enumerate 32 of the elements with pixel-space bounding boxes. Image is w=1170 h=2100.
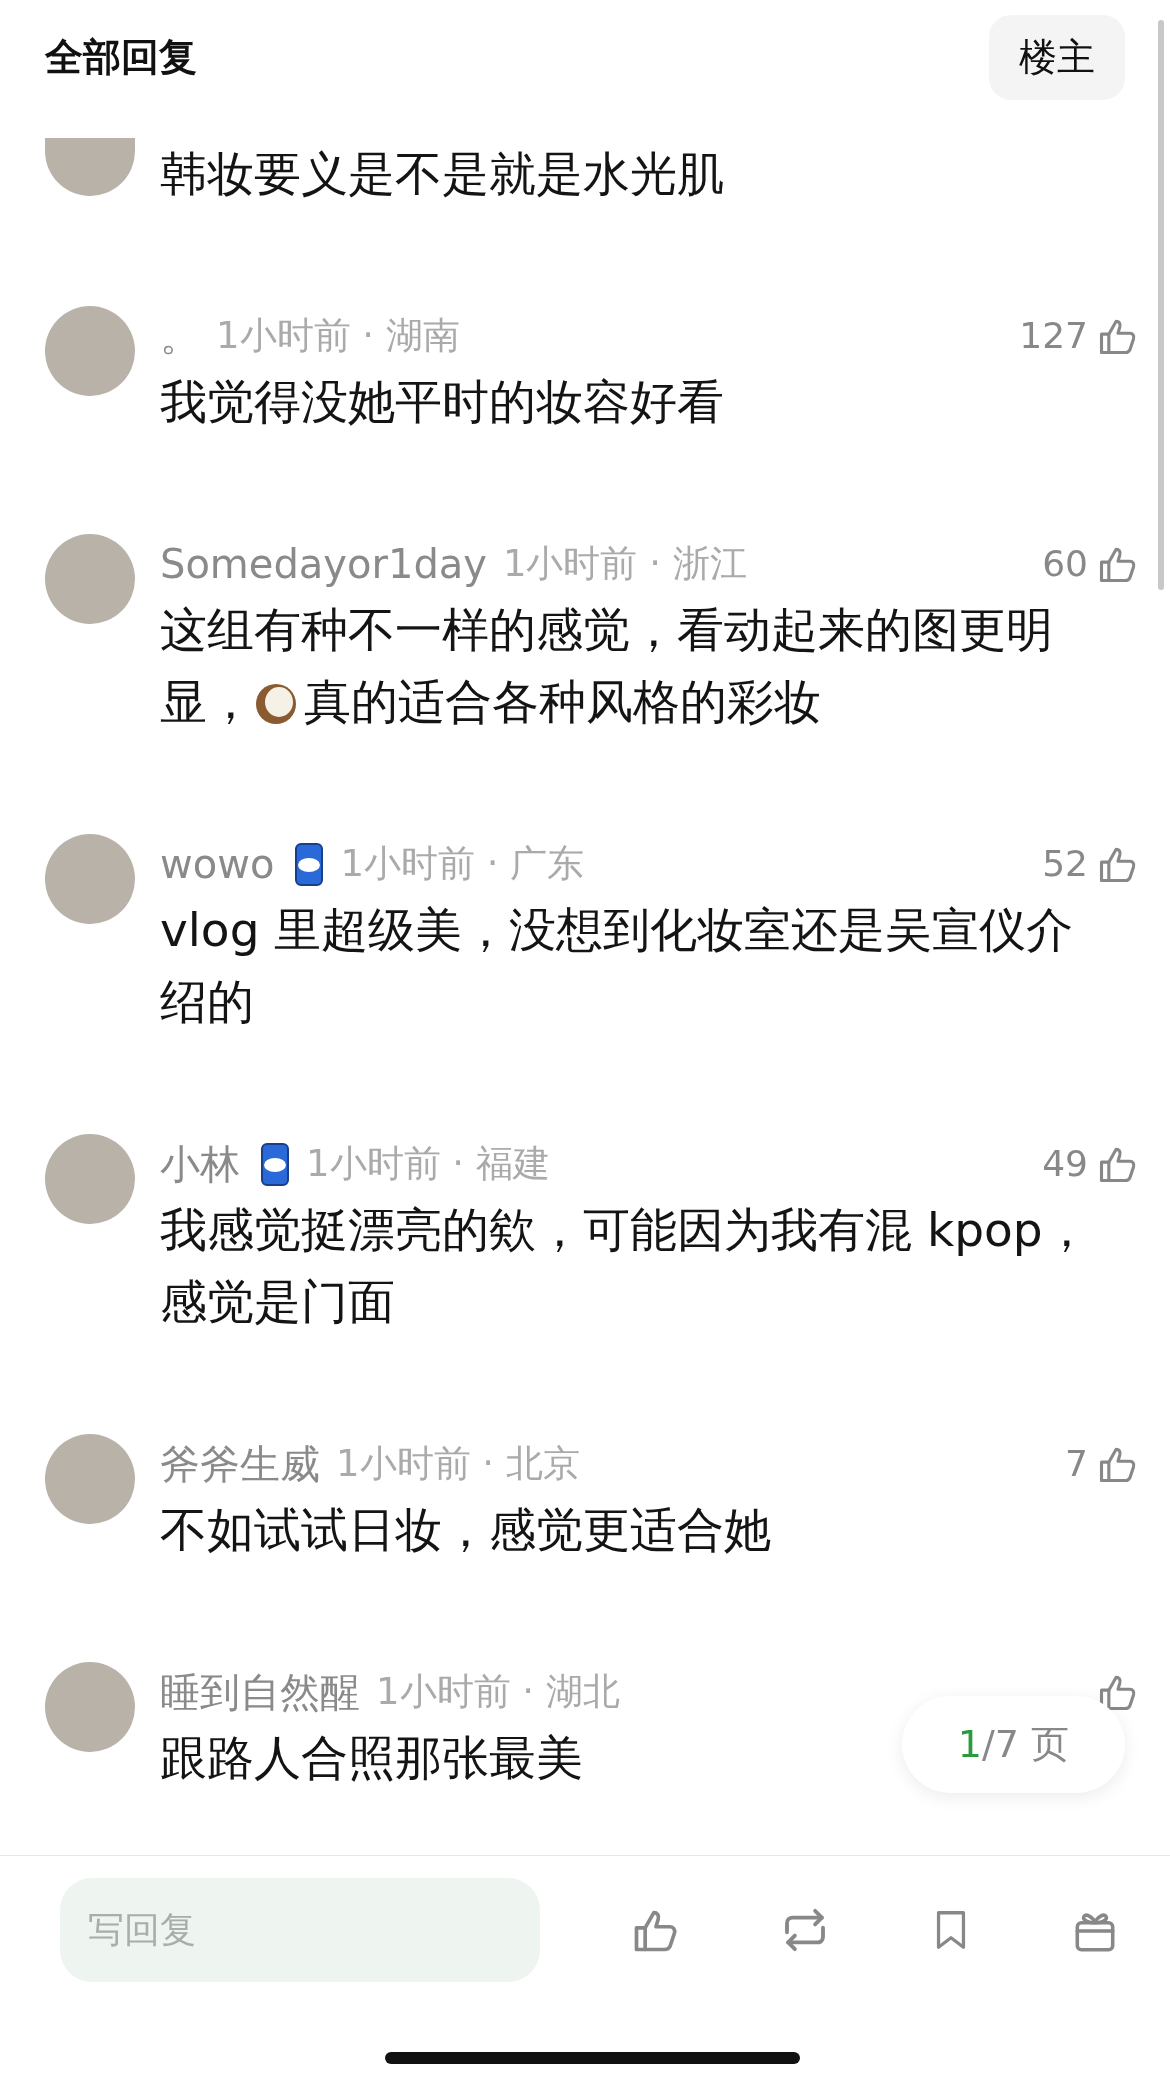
- home-indicator[interactable]: [385, 2051, 800, 2064]
- author-filter-button[interactable]: 楼主: [989, 15, 1125, 101]
- username[interactable]: Somedayor1day: [160, 533, 487, 594]
- like-count: 49: [1042, 1141, 1088, 1186]
- like-count: 52: [1042, 841, 1088, 886]
- like-count: 127: [1019, 313, 1088, 358]
- avatar-placeholder[interactable]: [45, 137, 135, 196]
- username[interactable]: wowo: [160, 833, 275, 894]
- page-indicator-toast[interactable]: 1/7 页: [901, 1695, 1125, 1793]
- reply-input-field[interactable]: 写回复: [60, 1877, 540, 1982]
- like-count: 60: [1042, 541, 1088, 586]
- comment-text: vlog 里超级美，没想到化妆室还是吴宣仪介绍的: [160, 900, 1075, 1031]
- username[interactable]: 睡到自然醒: [160, 1661, 360, 1722]
- username[interactable]: 。: [160, 305, 200, 366]
- comment-time-location: 1小时前 · 湖南: [216, 312, 460, 359]
- section-title: 全部回复: [45, 34, 197, 82]
- comment-text: 不如试试日妆，感觉更适合她: [160, 1500, 771, 1559]
- comment-text: 韩妆要义是不是就是水光肌: [160, 144, 724, 203]
- comment-text: 我觉得没她平时的妆容好看: [160, 372, 724, 431]
- comment-time-location: 1小时前 · 北京: [336, 1440, 580, 1487]
- scrollbar[interactable]: [1158, 20, 1164, 590]
- coconut-emoji-icon: [254, 681, 298, 726]
- comment-text: 跟路人合照那张最美: [160, 1728, 583, 1787]
- comment-time-location: 1小时前 · 广东: [340, 840, 585, 887]
- comment-time-location: 1小时前 · 浙江: [502, 540, 747, 587]
- comment-time-location: 1小时前 · 福建: [306, 1140, 550, 1187]
- comment-text: 我感觉挺漂亮的欸，可能因为我有混 kpop，感觉是门面: [160, 1200, 1091, 1331]
- comment-text: 这组有种不一样的感觉，看动起来的图更明显， 真的适合各种风格的彩妆: [160, 600, 1054, 731]
- username[interactable]: 小林: [160, 1133, 240, 1194]
- comment-time-location: 1小时前 · 湖北: [376, 1668, 620, 1715]
- like-count: 7: [1065, 1441, 1088, 1486]
- username[interactable]: 斧斧生威: [160, 1433, 320, 1494]
